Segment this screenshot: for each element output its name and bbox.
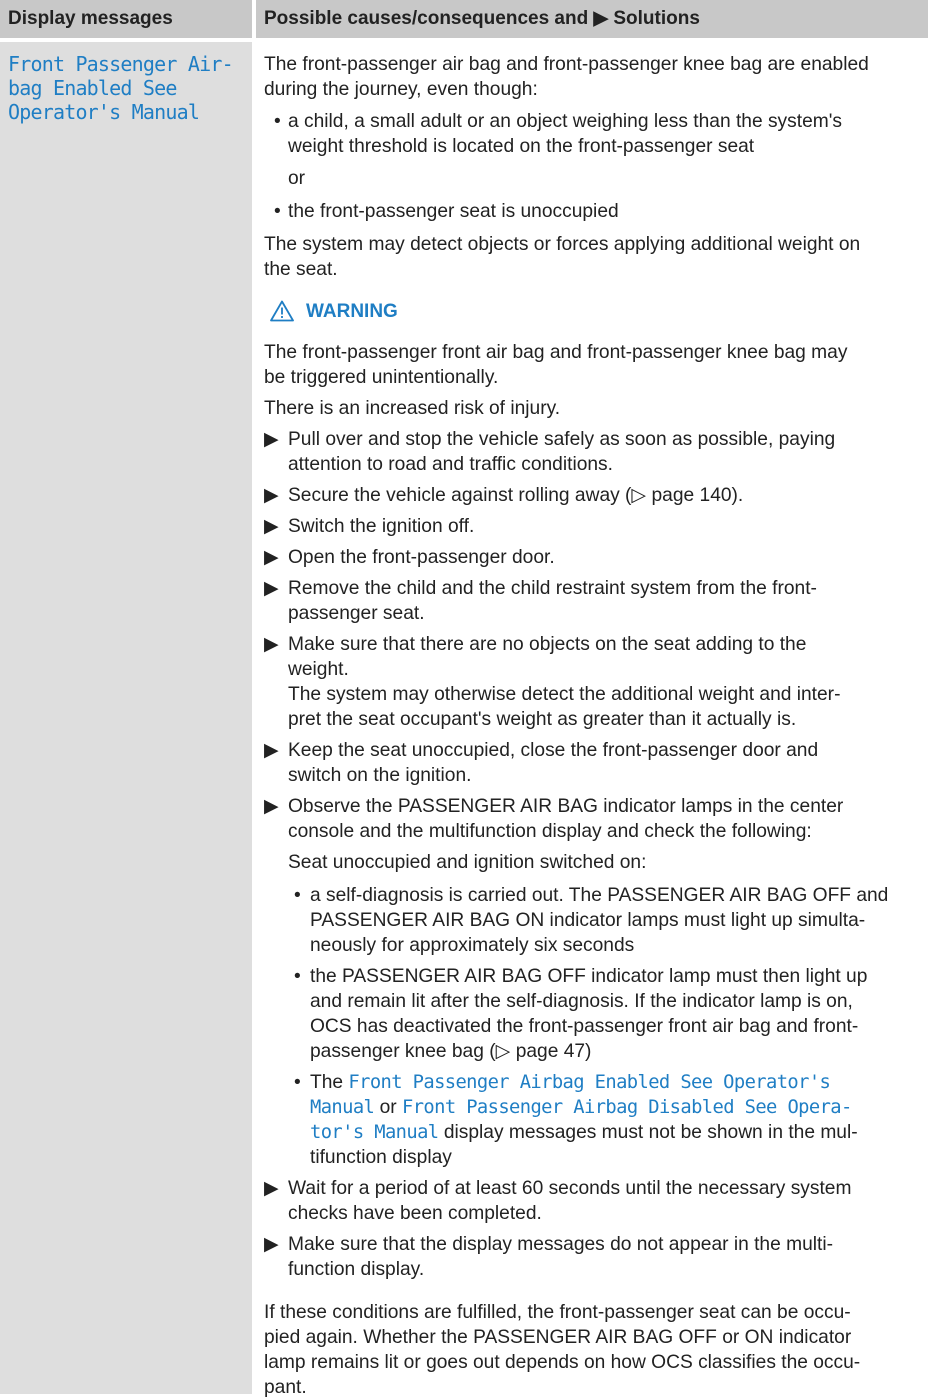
inline-text: or xyxy=(374,1097,402,1118)
footer-line: If these conditions are fulfilled, the f… xyxy=(264,1302,851,1323)
message-line: Front Passenger Air- xyxy=(8,52,234,76)
step: ▶ Keep the seat unoccupied, close the fr… xyxy=(264,738,928,788)
column-divider xyxy=(252,0,256,1394)
step-text: Keep the seat unoccupied, close the fron… xyxy=(288,740,819,761)
body-line: The front-passenger front air bag and fr… xyxy=(264,342,848,363)
step-text: passenger seat. xyxy=(288,603,425,624)
step-text: Seat unoccupied and ignition switched on… xyxy=(288,852,647,873)
body-line: the seat. xyxy=(264,259,338,280)
step: ▶ Make sure that there are no objects on… xyxy=(264,632,928,732)
step-text: checks have been completed. xyxy=(288,1203,542,1224)
message-line: Operator's Manual xyxy=(8,100,200,124)
list-item-text: a child, a small adult or an object weig… xyxy=(288,111,842,132)
sub-item-text: the PASSENGER AIR BAG OFF indicator lamp… xyxy=(310,966,868,987)
list-item: • the front-passenger seat is unoccupied xyxy=(264,199,928,224)
arrow-right-icon: ▶ xyxy=(264,547,279,568)
sub-item-text: Manual or Front Passenger Airbag Disable… xyxy=(310,1095,928,1120)
step-text: Make sure that the display messages do n… xyxy=(288,1234,834,1255)
step-text: Wait for a period of at least 60 seconds… xyxy=(288,1178,852,1199)
arrow-right-icon: ▶ xyxy=(264,578,279,599)
sub-item-text: OCS has deactivated the front-passenger … xyxy=(310,1016,859,1037)
step-text: weight. xyxy=(288,659,349,680)
footer-line: lamp remains lit or goes out depends on … xyxy=(264,1352,861,1373)
header-divider xyxy=(0,38,928,42)
warning-heading: WARNING xyxy=(270,292,928,330)
step: ▶ Secure the vehicle against rolling awa… xyxy=(264,483,928,508)
step-text: Secure the vehicle against rolling away … xyxy=(288,485,744,506)
step-text: Pull over and stop the vehicle safely as… xyxy=(288,429,836,450)
footer-line: pied again. Whether the PASSENGER AIR BA… xyxy=(264,1327,852,1348)
body-line: The system may detect objects or forces … xyxy=(264,234,861,255)
arrow-right-icon: ▶ xyxy=(264,634,279,655)
sub-item-text: neously for approximately six seconds xyxy=(310,935,635,956)
step-text: The system may otherwise detect the addi… xyxy=(288,684,841,705)
sub-item-text: tor's Manual display messages must not b… xyxy=(310,1120,928,1145)
body-line: be triggered unintentionally. xyxy=(264,367,499,388)
step: ▶ Remove the child and the child restrai… xyxy=(264,576,928,626)
arrow-right-icon: ▶ xyxy=(264,429,279,450)
inline-display-message: tor's Manual xyxy=(310,1122,439,1143)
step: ▶ Open the front-passenger door. xyxy=(264,545,928,570)
arrow-right-icon: ▶ xyxy=(264,1178,279,1199)
arrow-right-icon: ▶ xyxy=(264,485,279,506)
step: ▶ Switch the ignition off. xyxy=(264,514,928,539)
inline-display-message: Manual xyxy=(310,1097,375,1118)
step-text: Make sure that there are no objects on t… xyxy=(288,634,807,655)
manual-page: Display messages Possible causes/consequ… xyxy=(0,0,928,1398)
solutions-column: The front-passenger air bag and front-pa… xyxy=(264,52,928,1400)
message-line: bag Enabled See xyxy=(8,76,177,100)
step-text: function display. xyxy=(288,1259,425,1280)
header-display-messages: Display messages xyxy=(0,0,252,38)
inline-text: The xyxy=(310,1072,349,1093)
list-item-text: weight threshold is located on the front… xyxy=(288,136,755,157)
warning-label: WARNING xyxy=(306,300,398,322)
arrow-right-icon: ▶ xyxy=(264,1234,279,1255)
body-line: There is an increased risk of injury. xyxy=(264,398,561,419)
sub-item-text: and remain lit after the self-diagnosis.… xyxy=(310,991,853,1012)
step: ▶ Wait for a period of at least 60 secon… xyxy=(264,1176,928,1226)
table-header: Display messages Possible causes/consequ… xyxy=(0,0,928,38)
bullet-icon: • xyxy=(274,201,281,222)
sub-list-item: • The Front Passenger Airbag Enabled See… xyxy=(264,1070,928,1170)
display-messages-column xyxy=(0,0,252,1394)
or-text: or xyxy=(288,168,306,189)
sub-item-text: The Front Passenger Airbag Enabled See O… xyxy=(310,1070,928,1095)
warning-triangle-icon xyxy=(270,300,294,322)
bullet-icon: • xyxy=(294,885,301,906)
sub-item-text: tifunction display xyxy=(310,1147,452,1168)
list-item-text: the front-passenger seat is unoccupied xyxy=(288,201,619,222)
step-text: Switch the ignition off. xyxy=(288,516,475,537)
sub-list-item: • a self-diagnosis is carried out. The P… xyxy=(264,883,928,958)
arrow-right-icon: ▶ xyxy=(264,740,279,761)
intro-line: during the journey, even though: xyxy=(264,79,538,100)
bullet-icon: • xyxy=(274,111,281,132)
step-text: console and the multifunction display an… xyxy=(288,821,812,842)
sub-item-text: a self-diagnosis is carried out. The PAS… xyxy=(310,885,889,906)
inline-display-message: Front Passenger Airbag Enabled See Opera… xyxy=(348,1072,831,1093)
step: ▶ Observe the PASSENGER AIR BAG indicato… xyxy=(264,794,928,1170)
footer-line: pant. xyxy=(264,1377,307,1398)
sub-item-text: PASSENGER AIR BAG ON indicator lamps mus… xyxy=(310,910,866,931)
step-text: pret the seat occupant's weight as great… xyxy=(288,709,797,730)
display-message: Front Passenger Air- bag Enabled See Ope… xyxy=(8,52,248,124)
sub-list-item: • the PASSENGER AIR BAG OFF indicator la… xyxy=(264,964,928,1064)
header-causes-solutions: Possible causes/consequences and ▶ Solut… xyxy=(256,0,928,38)
step: ▶ Pull over and stop the vehicle safely … xyxy=(264,427,928,477)
list-item: • a child, a small adult or an object we… xyxy=(264,109,928,159)
bullet-icon: • xyxy=(294,1072,301,1093)
arrow-right-icon: ▶ xyxy=(264,516,279,537)
step: ▶ Make sure that the display messages do… xyxy=(264,1232,928,1282)
step-text: attention to road and traffic conditions… xyxy=(288,454,613,475)
inline-display-message: Front Passenger Airbag Disabled See Oper… xyxy=(401,1097,852,1118)
sub-item-text: passenger knee bag (▷ page 47) xyxy=(310,1041,592,1062)
intro-line: The front-passenger air bag and front-pa… xyxy=(264,54,869,75)
arrow-right-icon: ▶ xyxy=(264,796,279,817)
step-text: Open the front-passenger door. xyxy=(288,547,555,568)
inline-text: display messages must not be shown in th… xyxy=(438,1122,858,1143)
bullet-icon: • xyxy=(294,966,301,987)
step-text: Observe the PASSENGER AIR BAG indicator … xyxy=(288,796,844,817)
step-text: switch on the ignition. xyxy=(288,765,472,786)
step-text: Remove the child and the child restraint… xyxy=(288,578,817,599)
